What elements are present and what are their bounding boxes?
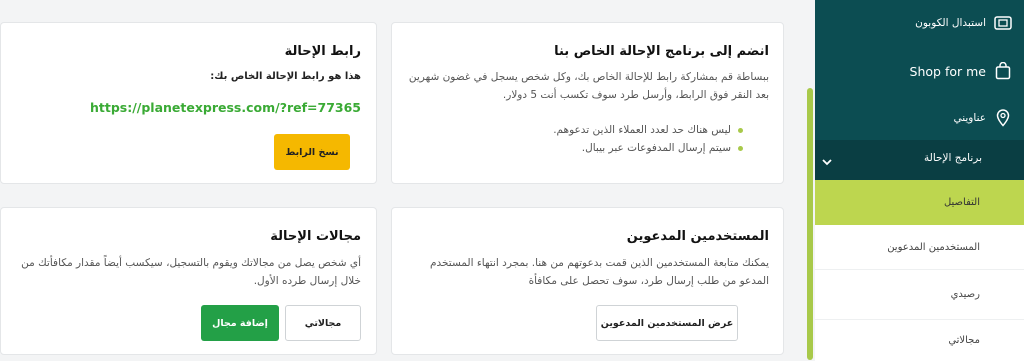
- invited-users-title: المستخدمين المدعوين: [626, 229, 769, 244]
- sidebar-item-coupon[interactable]: استبدال الكوبون: [815, 10, 1024, 36]
- submenu-item-details[interactable]: التفاصيل: [815, 180, 1024, 225]
- view-invited-users-button[interactable]: عرض المستخدمين المدعوين: [596, 305, 738, 341]
- referral-domains-card: مجالات الإحالة أي شخص يصل من مجالاتك ويق…: [0, 207, 377, 355]
- copy-link-button[interactable]: نسخ الرابط: [274, 134, 350, 170]
- sidebar-item-label: Shop for me: [909, 63, 986, 79]
- scrollbar-thumb[interactable]: [807, 88, 813, 360]
- sidebar-item-label: برنامج الإحالة: [923, 152, 982, 164]
- scrollbar[interactable]: [805, 0, 815, 361]
- referral-link-title: رابط الإحالة: [284, 44, 361, 59]
- join-program-bullets: ليس هناك حد لعدد العملاء الذين تدعوهم. س…: [413, 121, 743, 157]
- bullet-item: ليس هناك حد لعدد العملاء الذين تدعوهم.: [413, 121, 743, 139]
- join-program-description: ببساطة قم بمشاركة رابط للإحالة الخاص بك،…: [408, 71, 769, 101]
- referral-link[interactable]: https://planetexpress.com/?ref=77365: [90, 100, 361, 115]
- submenu-item-my-domains[interactable]: مجالاتي: [815, 320, 1024, 361]
- sidebar-item-label: استبدال الكوبون: [915, 17, 986, 29]
- referral-domains-title: مجالات الإحالة: [270, 229, 361, 244]
- bullet-item: سيتم إرسال المدفوعات عبر بيبال.: [413, 139, 743, 157]
- bullet-dot: [738, 128, 743, 133]
- referral-domains-description: أي شخص يصل من مجالاتك ويقوم بالتسجيل، سي…: [21, 257, 361, 287]
- bullet-dot: [738, 146, 743, 151]
- submenu-item-invited-users[interactable]: المستخدمين المدعوين: [815, 225, 1024, 270]
- my-domains-button[interactable]: مجالاتي: [285, 305, 361, 341]
- sidebar-item-shop-for-me[interactable]: Shop for me: [815, 58, 1024, 84]
- referral-link-card: رابط الإحالة هذا هو رابط الإحالة الخاص ب…: [0, 22, 377, 184]
- add-domain-button[interactable]: إضافة مجال: [201, 305, 279, 341]
- join-program-title: انضم إلى برنامج الإحالة الخاص بنا: [554, 44, 769, 59]
- submenu-item-balance[interactable]: رصيدي: [815, 270, 1024, 320]
- sidebar-submenu: التفاصيل المستخدمين المدعوين رصيدي مجالا…: [815, 180, 1024, 361]
- referral-link-subtitle: هذا هو رابط الإحالة الخاص بك:: [210, 71, 361, 82]
- sidebar-item-addresses[interactable]: عناويني: [815, 105, 1024, 131]
- shopping-bag-icon: [994, 62, 1012, 80]
- invited-users-description: يمكنك متابعة المستخدمين الذين قمت بدعوته…: [429, 257, 769, 287]
- location-pin-icon: [994, 109, 1012, 127]
- chevron-down-icon: [821, 153, 833, 172]
- sidebar-item-referral-program[interactable]: برنامج الإحالة: [815, 140, 1024, 180]
- invited-users-card: المستخدمين المدعوين يمكنك متابعة المستخد…: [391, 207, 784, 355]
- sidebar-item-label: عناويني: [953, 112, 986, 124]
- ticket-icon: [994, 14, 1012, 32]
- join-program-card: انضم إلى برنامج الإحالة الخاص بنا ببساطة…: [391, 22, 784, 184]
